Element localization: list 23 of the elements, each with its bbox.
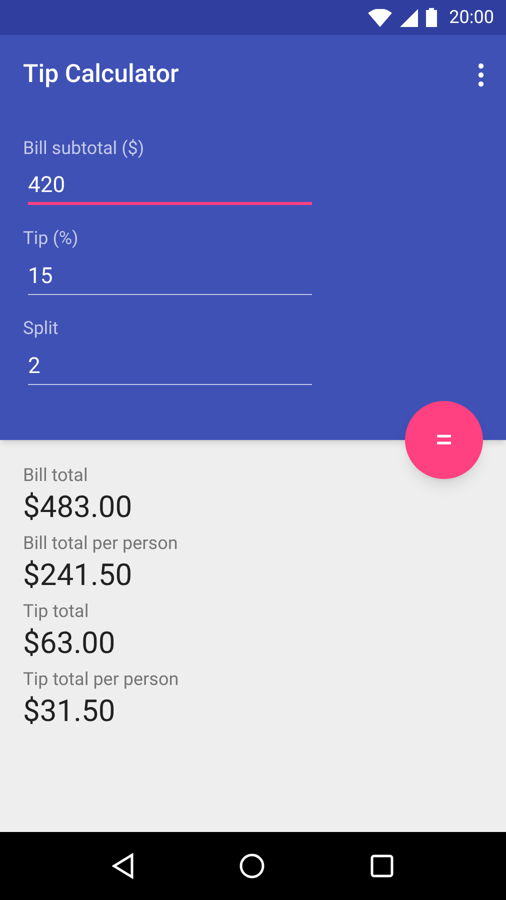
- field-label: Tip (%): [23, 227, 80, 251]
- result-value: $63.00: [23, 625, 116, 663]
- more-options-icon[interactable]: [478, 63, 484, 87]
- back-icon[interactable]: [112, 853, 134, 879]
- result-value: $31.50: [23, 693, 116, 731]
- clock-text: 20:00: [449, 6, 494, 30]
- result-label: Bill total per person: [23, 532, 179, 556]
- field-label: Split: [23, 317, 60, 341]
- input-field[interactable]: 2: [28, 349, 312, 385]
- signal-icon: [400, 8, 418, 26]
- battery-icon: [426, 8, 438, 27]
- app-title: Tip Calculator: [23, 59, 179, 92]
- result-value: $241.50: [23, 557, 134, 595]
- result-label: Tip total: [23, 600, 90, 624]
- recents-icon[interactable]: [370, 854, 394, 878]
- home-icon[interactable]: [239, 853, 265, 879]
- result-label: Bill total: [23, 464, 89, 488]
- wifi-icon: [368, 8, 392, 26]
- result-value: $483.00: [23, 489, 134, 527]
- input-field[interactable]: 15: [28, 259, 312, 295]
- field-label: Bill subtotal ($): [23, 137, 146, 161]
- input-field[interactable]: 420: [28, 169, 312, 205]
- result-label: Tip total per person: [23, 668, 180, 692]
